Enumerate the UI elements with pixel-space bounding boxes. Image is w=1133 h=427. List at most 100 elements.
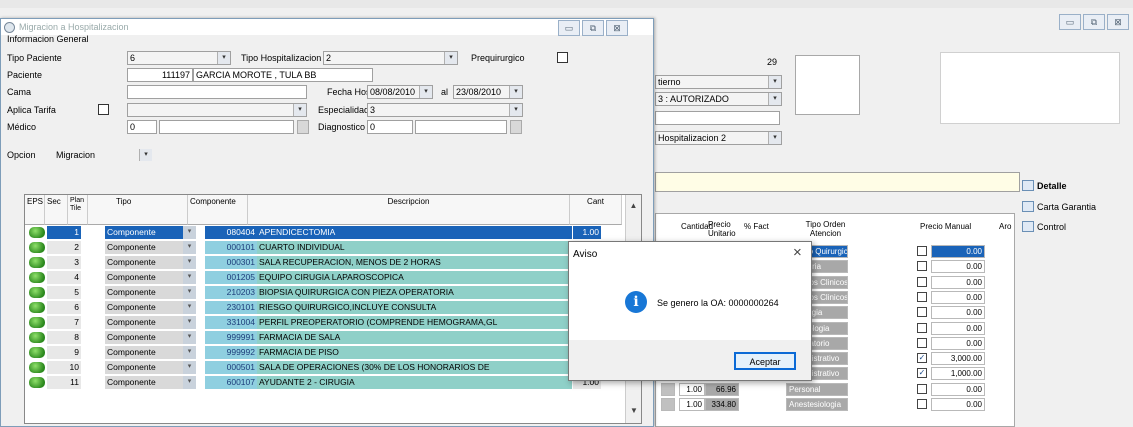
table-row[interactable]: 1 Componente ▾ 080404 APENDICECTOMIA 1.00	[25, 226, 625, 239]
scroll-up-icon[interactable]: ▲	[626, 201, 641, 210]
bg-text-field[interactable]	[655, 111, 780, 125]
close-icon[interactable]: ⊠	[606, 20, 628, 36]
table-row[interactable]: 5 Componente ▾ 210203 BIOPSIA QUIRURGICA CON…	[25, 286, 625, 299]
precio-manual-checkbox[interactable]	[917, 246, 927, 256]
aplica-tarifa-checkbox[interactable]	[98, 104, 109, 115]
tab-control[interactable]: Control	[1020, 218, 1130, 235]
chevron-down-icon[interactable]: ▾	[183, 271, 196, 284]
precio-manual-checkbox[interactable]	[917, 276, 927, 287]
bg-row-precio: 334.80	[705, 398, 739, 411]
status-gem-icon	[29, 257, 45, 268]
paciente-name-field[interactable]: GARCIA MOROTE , TULA BB	[193, 68, 373, 82]
bg-row-precio-manual: 0.00	[931, 290, 985, 304]
bg-row-tipo-orden: Anestesiologia	[786, 398, 848, 411]
bg-row-precio-manual: 0.00	[931, 245, 985, 258]
precio-manual-checkbox[interactable]	[917, 261, 927, 272]
bg-combo-3[interactable]: Hospitalizacion 2 ▾	[655, 131, 782, 145]
medico-id-field[interactable]: 0	[127, 120, 157, 134]
tipo-paciente-combo[interactable]: 6 ▾	[127, 51, 231, 65]
chevron-down-icon[interactable]: ▾	[183, 316, 196, 329]
table-row[interactable]: 3 Componente ▾ 000301 SALA RECUPERACION, MEN…	[25, 256, 625, 269]
scroll-down-icon[interactable]: ▼	[626, 406, 641, 415]
chevron-down-icon[interactable]: ▾	[183, 286, 196, 299]
chevron-down-icon[interactable]: ▾	[183, 376, 196, 389]
bg-combo-1[interactable]: tierno ▾	[655, 75, 782, 89]
table-row[interactable]: 11 Componente ▾ 600107 AYUDANTE 2 - CIRUGIA 1…	[25, 376, 625, 389]
diagnostico-name-field[interactable]	[415, 120, 507, 134]
tipo-hosp-combo[interactable]: 2 ▾	[323, 51, 458, 65]
tarifa-combo[interactable]: ▾	[127, 103, 307, 117]
bg-grid-row[interactable]: 1.00 334.80 Anestesiologia 0.00	[655, 398, 1015, 411]
table-row[interactable]: 4 Componente ▾ 001205 EQUIPO CIRUGIA LAPAROS…	[25, 271, 625, 284]
table-row[interactable]: 6 Componente ▾ 230101 RIESGO QUIRURGICO,INCL…	[25, 301, 625, 314]
tab-detalle[interactable]: Detalle	[1020, 177, 1130, 194]
row-componente: 999991	[205, 331, 257, 344]
row-componente: 999992	[205, 346, 257, 359]
table-row[interactable]: 8 Componente ▾ 999991 FARMACIA DE SALA	[25, 331, 625, 344]
medico-search-button[interactable]	[297, 120, 309, 134]
label-especialidad: Especialidad	[318, 105, 370, 115]
bg-row-precio-manual: 0.00	[931, 336, 985, 350]
precio-manual-checkbox[interactable]: ✓	[917, 368, 927, 379]
grid-header-fact: % Fact	[744, 222, 769, 231]
bg-number-field[interactable]: 29	[655, 55, 780, 69]
minimize-icon[interactable]: ▭	[1059, 14, 1081, 30]
chevron-down-icon[interactable]: ▾	[183, 241, 196, 254]
bg-observation-field[interactable]	[655, 172, 1020, 192]
label-opcion: Opcion	[7, 150, 36, 160]
medico-name-field[interactable]	[159, 120, 294, 134]
restore-icon[interactable]: ⧉	[582, 20, 604, 36]
prequirurgico-checkbox[interactable]	[557, 52, 568, 63]
bg-combo-2[interactable]: 3 : AUTORIZADO ▾	[655, 92, 782, 106]
precio-manual-checkbox[interactable]	[917, 383, 927, 394]
row-selector[interactable]	[661, 382, 675, 396]
row-sec: 8	[47, 331, 81, 344]
chevron-down-icon[interactable]: ▾	[183, 226, 196, 239]
precio-manual-checkbox[interactable]	[917, 337, 927, 348]
tab-carta-garantia[interactable]: Carta Garantia	[1020, 198, 1130, 215]
row-descripcion: BIOPSIA QUIRURGICA CON PIEZA OPERATORIA	[257, 286, 572, 299]
dialog-title: Migracion a Hospitalizacion	[1, 19, 653, 35]
bg-grid-row[interactable]: 1.00 66.96 Personal 0.00	[655, 382, 1015, 396]
paciente-id-field[interactable]: 111197	[127, 68, 193, 82]
row-selector[interactable]	[661, 398, 675, 411]
close-icon[interactable]: ×	[793, 244, 802, 261]
diagnostico-id-field[interactable]: 0	[367, 120, 413, 134]
header-eps: EPS	[25, 195, 45, 225]
label-tipo-hosp: Tipo Hospitalizacion	[241, 53, 322, 63]
chevron-down-icon: ▾	[768, 93, 781, 105]
close-icon[interactable]: ⊠	[1107, 14, 1129, 30]
minimize-icon[interactable]: ▭	[558, 20, 580, 36]
accept-button[interactable]: Aceptar	[734, 352, 796, 370]
precio-manual-checkbox[interactable]	[917, 399, 927, 409]
chevron-down-icon[interactable]: ▾	[183, 346, 196, 359]
fecha-desde-picker[interactable]: 08/08/2010 ▾	[367, 85, 433, 99]
chevron-down-icon[interactable]: ▾	[183, 256, 196, 269]
table-row[interactable]: 10 Componente ▾ 000501 SALA DE OPERACIONES (…	[25, 361, 625, 374]
table-row[interactable]: 9 Componente ▾ 999992 FARMACIA DE PISO	[25, 346, 625, 359]
fecha-hasta-picker[interactable]: 23/08/2010 ▾	[453, 85, 523, 99]
row-sec: 9	[47, 346, 81, 359]
opcion-combo[interactable]: Migracion ▾	[53, 148, 153, 162]
label-al: al	[441, 87, 449, 97]
cama-field[interactable]	[127, 85, 307, 99]
table-row[interactable]: 2 Componente ▾ 000101 CUARTO INDIVIDUAL	[25, 241, 625, 254]
precio-manual-checkbox[interactable]: ✓	[917, 353, 927, 364]
diagnostico-search-button[interactable]	[510, 120, 522, 134]
bg-row-precio-manual: 0.00	[931, 260, 985, 274]
chevron-down-icon[interactable]: ▾	[183, 301, 196, 314]
especialidad-combo[interactable]: 3 ▾	[367, 103, 523, 117]
bg-row-precio-manual: 1,000.00	[931, 367, 985, 381]
chevron-down-icon[interactable]: ▾	[183, 331, 196, 344]
precio-manual-checkbox[interactable]	[917, 307, 927, 318]
precio-manual-checkbox[interactable]	[917, 322, 927, 333]
status-gem-icon	[29, 377, 45, 388]
grid-header-tipo-orden: Tipo Orden Atencion	[805, 220, 846, 238]
restore-icon[interactable]: ⧉	[1083, 14, 1105, 30]
precio-manual-checkbox[interactable]	[917, 291, 927, 302]
bg-row-precio-manual: 0.00	[931, 321, 985, 335]
label-aplica-tarifa: Aplica Tarifa	[7, 105, 56, 115]
table-row[interactable]: 7 Componente ▾ 331004 PERFIL PREOPERATORIO (…	[25, 316, 625, 329]
chevron-down-icon[interactable]: ▾	[183, 361, 196, 374]
app-icon	[4, 22, 15, 33]
